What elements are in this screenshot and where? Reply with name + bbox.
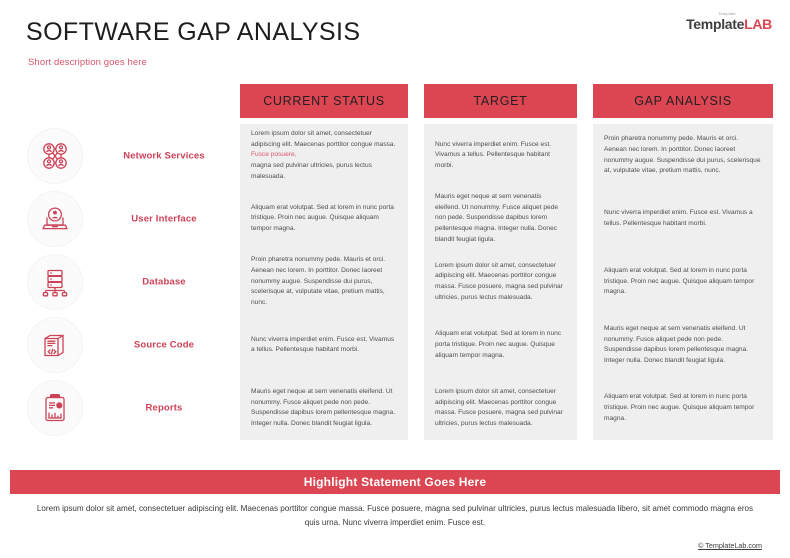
network-users-icon (28, 128, 82, 183)
page-subtitle: Short description goes here (28, 57, 147, 68)
cell-text: Nunc viverra imperdiet enim. Fusce est. … (435, 140, 552, 169)
cell-reports-current-status: Mauris eget neque at sem venenatis eleif… (240, 377, 408, 440)
cell-text: Proin pharetra nonummy pede. Mauris et o… (251, 256, 386, 306)
cell-text: Aliquam erat volutpat. Sed at lorem in n… (604, 393, 755, 422)
clipboard-report-icon (28, 381, 82, 436)
cell-reports-target: Lorem ipsum dolor sit amet, consectetuer… (424, 377, 577, 440)
cell-text: Aliquam erat volutpat. Sed at lorem in n… (604, 266, 755, 296)
cell-network-services-current-status: Lorem ipsum dolor sit amet, consectetuer… (240, 124, 408, 187)
brand-name-accent: LAB (744, 16, 772, 32)
cell-text: Lorem ipsum dolor sit amet, consectetuer… (435, 261, 563, 301)
row-label-reports: Reports (145, 402, 183, 414)
column-header-gap-analysis: GAP ANALYSIS (593, 84, 773, 118)
column-header-target: TARGET (424, 84, 577, 118)
cell-database-current-status: Proin pharetra nonummy pede. Mauris et o… (240, 250, 408, 313)
cell-user-interface-current-status: Aliquam erat volutpat. Sed at lorem in n… (240, 187, 408, 250)
cell-user-interface-gap-analysis: Nunc viverra imperdiet enim. Fusce est. … (593, 187, 773, 250)
footer-body-text: Lorem ipsum dolor sit amet, consectetuer… (36, 504, 754, 528)
highlight-statement-bar: Highlight Statement Goes Here (10, 470, 780, 494)
row-label-source-code: Source Code (133, 339, 195, 351)
matrix-row: Reports Mauris eget neque at sem venenat… (0, 377, 790, 440)
cell-text-post: magna sed pulvinar ultricies, purus lect… (251, 161, 372, 180)
page-title: SOFTWARE GAP ANALYSIS (26, 18, 361, 46)
matrix-rows: Network Services Lorem ipsum dolor sit a… (0, 124, 790, 440)
cell-text: Nunc viverra imperdiet enim. Fusce est. … (251, 335, 395, 354)
row-label-user-interface: User Interface (131, 213, 197, 225)
cell-text-pre: Lorem ipsum dolor sit amet, consectetuer… (251, 129, 396, 148)
cell-text: Mauris eget neque at sem venenatis eleif… (435, 193, 559, 243)
database-server-icon (28, 254, 82, 309)
brand-logo: Template TemplateLAB (686, 12, 772, 33)
code-document-icon (28, 318, 82, 373)
page-header: SOFTWARE GAP ANALYSIS Short description … (0, 0, 790, 80)
cell-reports-gap-analysis: Aliquam erat volutpat. Sed at lorem in n… (593, 377, 773, 440)
cell-text: Aliquam erat volutpat. Sed at lorem in n… (251, 203, 394, 233)
cell-text: Lorem ipsum dolor sit amet, consectetuer… (435, 388, 563, 428)
copyright-link[interactable]: © TemplateLab.com (698, 541, 762, 550)
matrix-row: Source Code Nunc viverra imperdiet enim.… (0, 314, 790, 377)
cell-user-interface-target: Mauris eget neque at sem venenatis eleif… (424, 187, 577, 250)
cell-source-code-target: Aliquam erat volutpat. Sed at lorem in n… (424, 314, 577, 377)
cell-text-highlight: Fusce posuere, (251, 151, 297, 159)
cell-source-code-current-status: Nunc viverra imperdiet enim. Fusce est. … (240, 314, 408, 377)
user-laptop-icon (28, 191, 82, 246)
cell-text: Mauris eget neque at sem venenatis eleif… (604, 324, 749, 364)
cell-network-services-gap-analysis: Proin pharetra nonummy pede. Mauris et o… (593, 124, 773, 187)
cell-text: Mauris eget neque at sem venenatis eleif… (251, 388, 396, 428)
matrix-row: Database Proin pharetra nonummy pede. Ma… (0, 250, 790, 313)
matrix-row: User Interface Aliquam erat volutpat. Se… (0, 187, 790, 250)
cell-text: Nunc viverra imperdiet enim. Fusce est. … (604, 209, 753, 227)
matrix-column-headers: CURRENT STATUS TARGET GAP ANALYSIS (0, 84, 790, 118)
gap-analysis-matrix: CURRENT STATUS TARGET GAP ANALYSIS Netwo… (0, 84, 790, 456)
cell-text: Aliquam erat volutpat. Sed at lorem in n… (435, 330, 562, 359)
column-header-current-status: CURRENT STATUS (240, 84, 408, 118)
cell-source-code-gap-analysis: Mauris eget neque at sem venenatis eleif… (593, 314, 773, 377)
row-label-network-services: Network Services (123, 150, 205, 162)
row-label-database: Database (142, 276, 186, 288)
cell-network-services-target: Nunc viverra imperdiet enim. Fusce est. … (424, 124, 577, 187)
matrix-row: Network Services Lorem ipsum dolor sit a… (0, 124, 790, 187)
cell-text: Proin pharetra nonummy pede. Mauris et o… (604, 135, 761, 175)
cell-database-gap-analysis: Aliquam erat volutpat. Sed at lorem in n… (593, 250, 773, 313)
cell-database-target: Lorem ipsum dolor sit amet, consectetuer… (424, 250, 577, 313)
brand-name-dark: Template (686, 16, 745, 32)
